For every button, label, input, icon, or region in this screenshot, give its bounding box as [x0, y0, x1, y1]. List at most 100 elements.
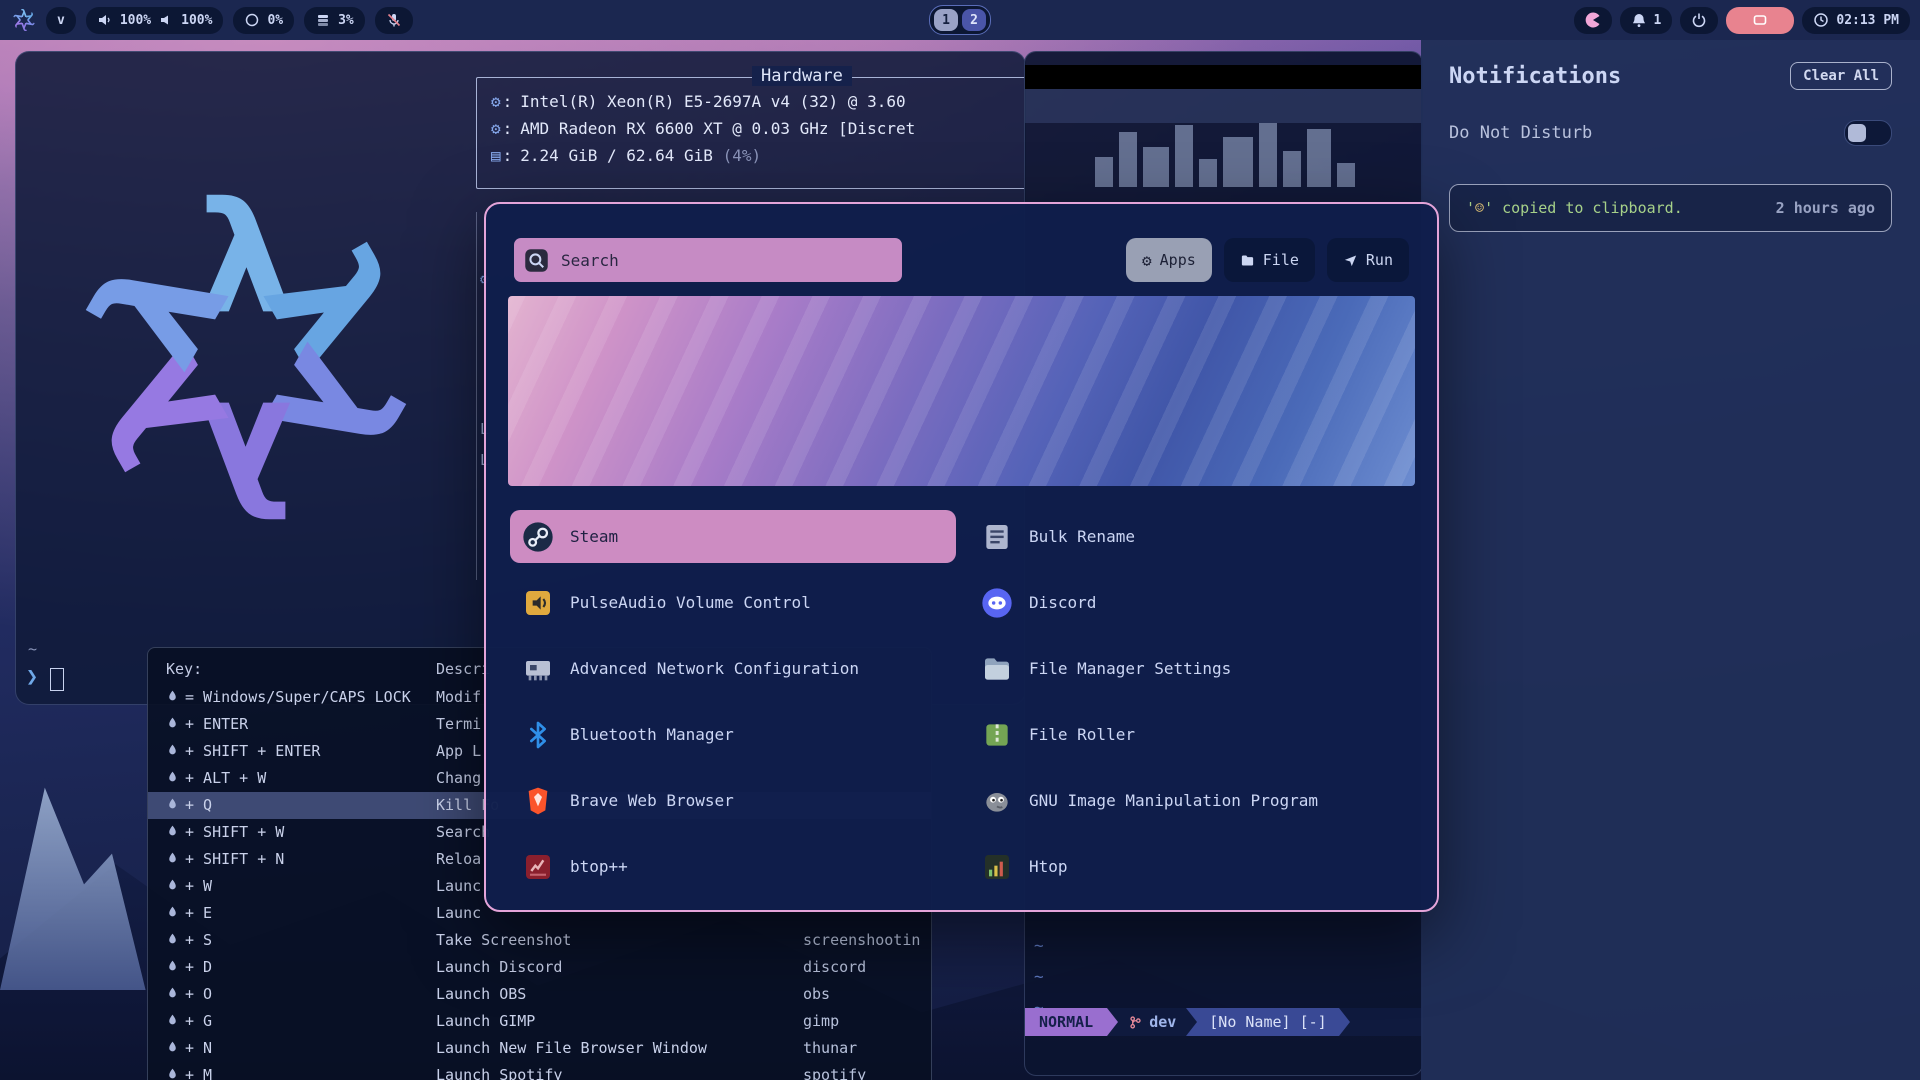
app-item-bluetooth-manager[interactable]: Bluetooth Manager — [510, 708, 956, 761]
keybind-description: Modif — [436, 684, 481, 711]
terminal-cursor — [50, 668, 64, 691]
keybind-key: + SHIFT + ENTER — [166, 738, 320, 765]
tab-apps[interactable]: ⚙ Apps — [1126, 238, 1212, 282]
keybind-row[interactable]: + GLaunch GIMPgimp — [148, 1008, 931, 1035]
dnd-toggle[interactable] — [1844, 120, 1892, 146]
app-item-bulk-rename[interactable]: Bulk Rename — [969, 510, 1415, 563]
keybind-command: discord — [803, 954, 866, 981]
nix-logo-icon[interactable] — [12, 8, 36, 32]
key-icon — [166, 954, 179, 981]
tilde: ~ — [1034, 961, 1044, 992]
key-icon — [166, 738, 179, 765]
clear-all-button[interactable]: Clear All — [1790, 62, 1892, 90]
pacman-icon — [1585, 12, 1601, 28]
message-text: ' copied to clipboard. — [1484, 199, 1683, 217]
speaker-icon — [97, 12, 113, 28]
app-label: File Roller — [1029, 725, 1135, 744]
app-label: Brave Web Browser — [570, 791, 734, 810]
keybinds-key-header: Key: — [166, 656, 202, 683]
powerline-arrow — [1186, 1008, 1197, 1036]
keybind-description: Search — [436, 819, 490, 846]
brave-icon — [522, 785, 554, 817]
message-quote: ' — [1466, 199, 1475, 217]
notifications-pill[interactable]: 1 — [1620, 7, 1673, 34]
visualizer-bar — [1119, 132, 1137, 187]
keybind-description: Chang — [436, 765, 481, 792]
keybind-key: + SHIFT + N — [166, 846, 284, 873]
keybind-row[interactable]: + STake Screenshotscreenshootin — [148, 927, 931, 954]
emoji-icon: ☺ — [1475, 199, 1484, 217]
fetch-dim: (4%) — [723, 146, 762, 165]
power-pill[interactable] — [1680, 7, 1718, 34]
keybind-key-text: + D — [185, 954, 212, 981]
fetch-line: ⚙:AMD Radeon RX 6600 XT @ 0.03 GHz [Disc… — [491, 115, 1013, 142]
visualizer-bar — [1223, 137, 1253, 187]
keybind-key-text: + ENTER — [185, 711, 248, 738]
app-item-discord[interactable]: Discord — [969, 576, 1415, 629]
keybind-key: + M — [166, 1062, 212, 1080]
workspace-1[interactable]: 1 — [934, 9, 958, 31]
fetch-line: ▤:2.24 GiB / 62.64 GiB (4%) — [491, 142, 1013, 169]
memory-icon: ▤ — [491, 146, 501, 165]
keybind-description: Launc — [436, 900, 481, 927]
keybind-key: = Windows/Super/CAPS LOCK — [166, 684, 411, 711]
hardware-box: Hardware ⚙:Intel(R) Xeon(R) E5-2697A v4 … — [476, 77, 1026, 189]
keybind-row[interactable]: + OLaunch OBSobs — [148, 981, 931, 1008]
volume-pill[interactable]: 100% 100% — [86, 7, 224, 34]
key-icon — [166, 927, 179, 954]
mic-muted-pill[interactable] — [375, 7, 413, 34]
notification-header: Notifications Clear All — [1449, 62, 1892, 90]
app-item-brave-web-browser[interactable]: Brave Web Browser — [510, 774, 956, 827]
search-bar[interactable] — [514, 238, 902, 282]
app-item-pulseaudio-volume-control[interactable]: PulseAudio Volume Control — [510, 576, 956, 629]
visualizer-bars — [1095, 123, 1415, 187]
fetch-separator: : — [503, 92, 513, 111]
app-item-htop[interactable]: Htop — [969, 840, 1415, 893]
app-item-file-manager-settings[interactable]: File Manager Settings — [969, 642, 1415, 695]
bell-icon — [1631, 12, 1647, 28]
keybind-key: + SHIFT + W — [166, 819, 284, 846]
keybind-row[interactable]: + DLaunch Discorddiscord — [148, 954, 931, 981]
app-item-btop[interactable]: btop++ — [510, 840, 956, 893]
keybind-key-text: = Windows/Super/CAPS LOCK — [185, 684, 411, 711]
screen-record-pill[interactable] — [1726, 7, 1794, 34]
picker-pill[interactable] — [1574, 7, 1612, 34]
version-button[interactable]: v — [46, 7, 76, 34]
clock-value: 02:13 PM — [1836, 13, 1899, 28]
btop-icon — [522, 851, 554, 883]
key-icon — [166, 711, 179, 738]
app-item-gnu-image-manipulation-program[interactable]: GNU Image Manipulation Program — [969, 774, 1415, 827]
apps-gear-icon: ⚙ — [1142, 251, 1152, 270]
input-volume-value: 100% — [181, 13, 212, 28]
desktop: λ λ λ λ λ λ v — [0, 0, 1920, 1080]
visualizer-bar — [1259, 123, 1277, 187]
app-item-file-roller[interactable]: File Roller — [969, 708, 1415, 761]
keybind-row[interactable]: + MLaunch Spotifyspotify — [148, 1062, 931, 1080]
dim-pill[interactable]: 0% — [233, 7, 294, 34]
app-label: File Manager Settings — [1029, 659, 1231, 678]
keybind-key: + N — [166, 1035, 212, 1062]
layers-icon — [315, 12, 331, 28]
stack-value: 3% — [338, 13, 354, 28]
notification-card[interactable]: '☺' copied to clipboard. 2 hours ago — [1449, 184, 1892, 232]
clock-pill[interactable]: 02:13 PM — [1802, 7, 1910, 34]
fetch-separator: : — [503, 119, 513, 138]
gimp-icon — [981, 785, 1013, 817]
workspace-2[interactable]: 2 — [962, 9, 986, 31]
stack-pill[interactable]: 3% — [304, 7, 365, 34]
fetch-line: ⚙:Intel(R) Xeon(R) E5-2697A v4 (32) @ 3.… — [491, 88, 1013, 115]
keybind-key-text: + E — [185, 900, 212, 927]
app-label: btop++ — [570, 857, 628, 876]
app-item-steam[interactable]: Steam — [510, 510, 956, 563]
keybind-row[interactable]: + NLaunch New File Browser Windowthunar — [148, 1035, 931, 1062]
powerline-arrow — [1107, 1008, 1118, 1036]
app-launcher: ⚙ Apps File Run Steam Bulk Rename — [484, 202, 1439, 912]
search-input[interactable] — [559, 250, 863, 271]
tab-file[interactable]: File — [1224, 238, 1315, 282]
keybind-key-text: + M — [185, 1062, 212, 1080]
app-item-advanced-network-configuration[interactable]: Advanced Network Configuration — [510, 642, 956, 695]
keybind-key-text: + SHIFT + N — [185, 846, 284, 873]
app-label: Steam — [570, 527, 618, 546]
tab-run[interactable]: Run — [1327, 238, 1409, 282]
power-icon — [1691, 12, 1707, 28]
